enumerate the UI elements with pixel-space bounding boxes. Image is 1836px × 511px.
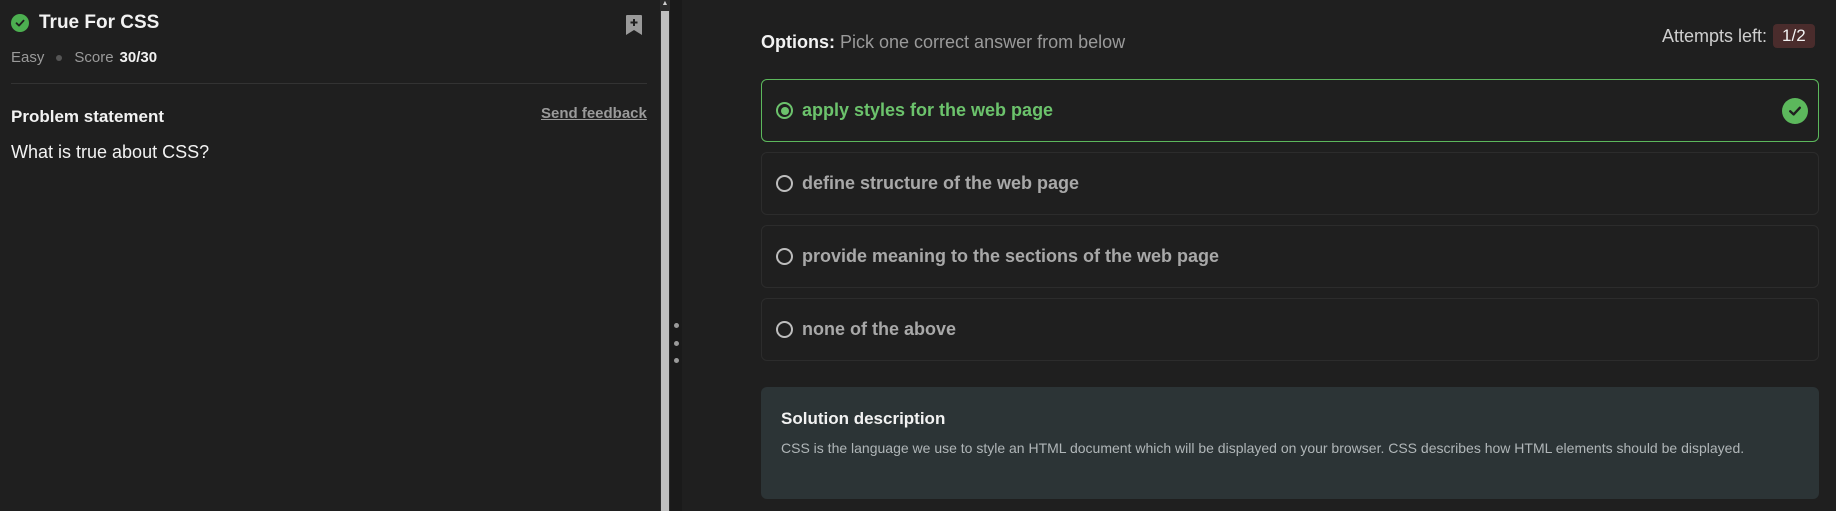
attempts-badge: 1/2 [1773,24,1815,48]
problem-meta: Easy Score 30/30 [11,49,157,66]
option-label: none of the above [802,319,957,339]
panel-splitter[interactable] [670,0,682,511]
option-1[interactable]: apply styles for the web page [761,79,1819,142]
attempts-left: Attempts left: 1/2 [1662,24,1815,48]
option-4[interactable]: none of the above [761,298,1819,361]
option-label: provide meaning to the sections of the w… [802,246,1220,266]
score-value: 30/30 [119,49,158,66]
options-heading-bold: Options: [761,32,835,52]
score-label: Score [74,49,114,66]
option-label: define structure of the web page [802,173,1080,193]
send-feedback-link[interactable]: Send feedback [541,105,647,122]
scroll-thumb[interactable] [661,11,669,511]
option-2[interactable]: define structure of the web page [761,152,1819,215]
question-text: What is true about CSS? [11,142,210,162]
options-panel: Options: Pick one correct answer from be… [682,0,1836,511]
drag-handle-icon[interactable] [673,323,679,363]
problem-title-row: True For CSS [11,12,159,34]
solution-text: CSS is the language we use to style an H… [781,440,1745,456]
radio-selected-icon[interactable] [776,102,793,119]
radio-icon[interactable] [776,248,793,265]
options-heading-text: Pick one correct answer from below [835,32,1126,52]
left-panel-scrollbar[interactable]: ▲ [660,0,670,511]
difficulty-label: Easy [11,49,45,66]
problem-statement-heading: Problem statement [11,107,165,126]
correct-check-icon [1782,98,1808,124]
attempts-label: Attempts left: [1662,25,1768,46]
radio-icon[interactable] [776,321,793,338]
option-label: apply styles for the web page [802,100,1054,120]
solution-description: Solution description CSS is the language… [761,387,1819,499]
problem-title: True For CSS [39,12,160,33]
problem-panel: True For CSS Easy Score 30/30 Problem st… [0,0,660,511]
options-heading: Options: Pick one correct answer from be… [761,32,1125,53]
option-3[interactable]: provide meaning to the sections of the w… [761,225,1819,288]
solution-heading: Solution description [781,409,946,428]
radio-icon[interactable] [776,175,793,192]
bookmark-add-icon[interactable] [624,14,644,36]
scroll-up-arrow-icon[interactable]: ▲ [661,0,669,8]
separator-dot [56,54,63,61]
solved-check-icon [11,14,29,32]
divider [11,83,647,84]
